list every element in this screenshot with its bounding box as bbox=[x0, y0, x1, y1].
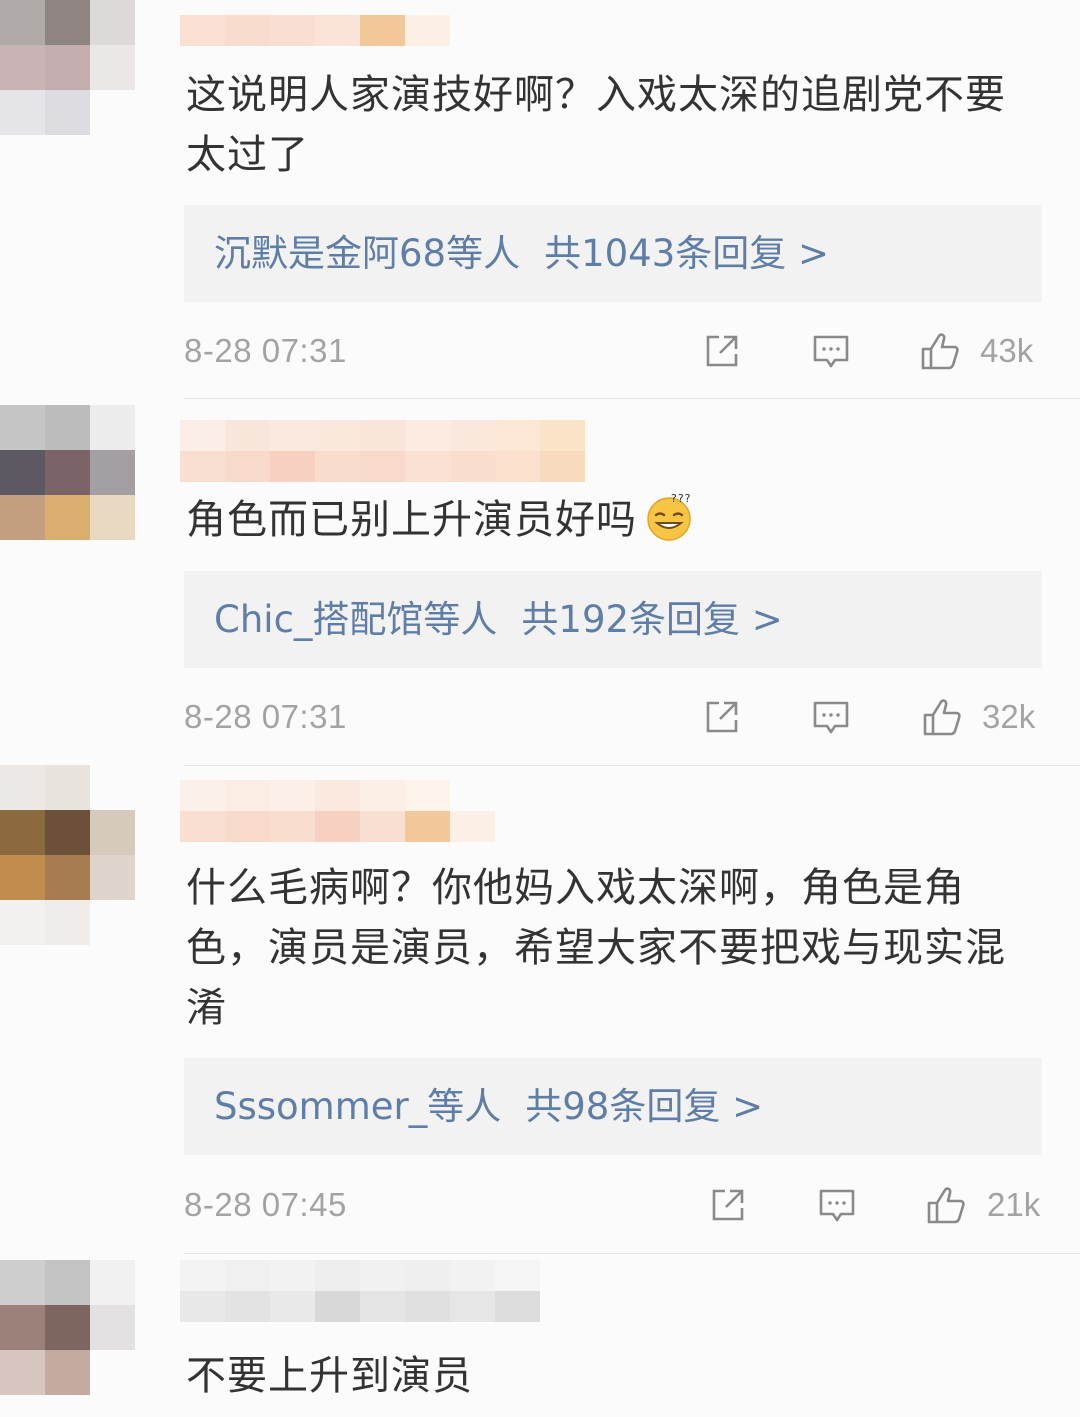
share-icon[interactable] bbox=[702, 697, 742, 737]
username[interactable] bbox=[180, 420, 585, 482]
comment-meta: 8-28 07:45 21k bbox=[184, 1180, 1042, 1230]
like-count: 32k bbox=[982, 698, 1036, 735]
username[interactable] bbox=[180, 0, 450, 46]
comment-icon[interactable] bbox=[811, 331, 851, 371]
comment-icon[interactable] bbox=[811, 697, 851, 737]
timestamp: 8-28 07:31 bbox=[184, 332, 347, 369]
comment-text: 什么毛病啊？你他妈入戏太深啊，角色是角色，演员是演员，希望大家不要把戏与现实混淆 bbox=[186, 865, 1006, 1031]
reply-users[interactable]: 沉默是金阿68等人 bbox=[214, 232, 520, 275]
comment-meta: 8-28 07:31 43k bbox=[184, 326, 1042, 376]
comment-icon[interactable] bbox=[817, 1185, 857, 1225]
divider bbox=[184, 398, 1080, 399]
username[interactable] bbox=[180, 1260, 540, 1322]
reply-summary[interactable]: 沉默是金阿68等人 共1043条回复 > bbox=[184, 205, 1042, 302]
divider bbox=[184, 765, 1080, 766]
share-icon[interactable] bbox=[702, 331, 742, 371]
divider bbox=[184, 1253, 1080, 1254]
comment-text-content: 角色而已别上升演员好吗 bbox=[186, 497, 637, 543]
share-icon[interactable] bbox=[708, 1185, 748, 1225]
reply-total-link[interactable]: 共1043条回复 > bbox=[544, 232, 829, 275]
timestamp: 8-28 07:31 bbox=[184, 698, 347, 735]
comment-text: 这说明人家演技好啊？入戏太深的追剧党不要太过了 bbox=[186, 72, 1006, 178]
svg-text:???: ??? bbox=[671, 492, 692, 505]
comment-text: 角色而已别上升演员好吗??? bbox=[186, 490, 1046, 550]
thumbs-up-icon[interactable] bbox=[920, 331, 960, 371]
like-count: 21k bbox=[987, 1186, 1041, 1223]
reply-users[interactable]: Sssommer_等人 bbox=[214, 1085, 501, 1128]
thumbs-up-icon[interactable] bbox=[922, 697, 962, 737]
avatar[interactable] bbox=[0, 1260, 152, 1395]
reply-summary[interactable]: Sssommer_等人 共98条回复 > bbox=[184, 1058, 1042, 1155]
thumbs-up-icon[interactable] bbox=[926, 1185, 966, 1225]
reply-summary[interactable]: Chic_搭配馆等人 共192条回复 > bbox=[184, 571, 1042, 668]
avatar[interactable] bbox=[0, 405, 152, 540]
comment-meta: 8-28 07:31 32k bbox=[184, 692, 1042, 742]
username[interactable] bbox=[180, 780, 495, 842]
reply-total-link[interactable]: 共192条回复 > bbox=[521, 598, 782, 641]
avatar[interactable] bbox=[0, 0, 152, 135]
avatar[interactable] bbox=[0, 765, 152, 945]
reply-total-link[interactable]: 共98条回复 > bbox=[525, 1085, 763, 1128]
comment-text: 不要上升到演员 bbox=[186, 1353, 473, 1399]
reply-users[interactable]: Chic_搭配馆等人 bbox=[214, 598, 497, 641]
timestamp: 8-28 07:45 bbox=[184, 1186, 347, 1223]
dizzy-smile-emoji: ??? bbox=[647, 492, 692, 541]
like-count: 43k bbox=[980, 332, 1034, 369]
